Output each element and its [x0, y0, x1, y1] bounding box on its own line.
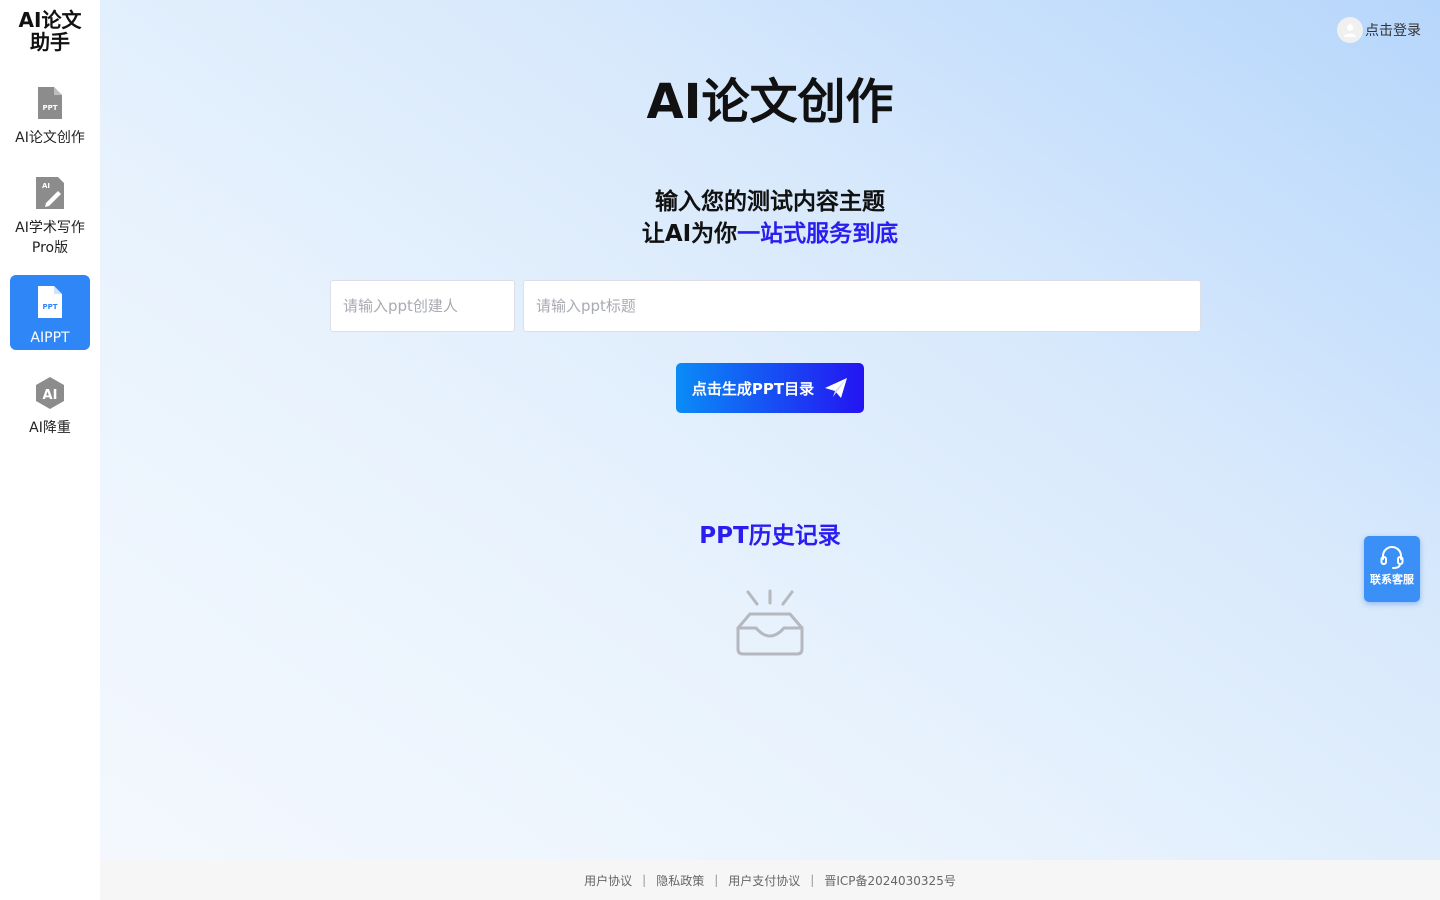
headset-icon	[1380, 546, 1404, 569]
sidebar-item-aippt[interactable]: PPT AIPPT	[10, 275, 90, 350]
app-logo: AI论文 助手	[18, 8, 82, 54]
ppt-creator-input[interactable]	[330, 280, 515, 332]
svg-text:AI: AI	[42, 182, 50, 190]
sidebar: AI论文 助手 PPT AI论文创作 AI AI学术写作 Pro版 PPT AI…	[0, 0, 100, 900]
login-button[interactable]: 点击登录	[1337, 17, 1421, 43]
sidebar-item-label: AI论文创作	[15, 130, 85, 146]
footer-link-payment-agreement[interactable]: 用户支付协议	[728, 872, 800, 889]
ai-edit-icon: AI	[36, 177, 64, 209]
login-label: 点击登录	[1365, 23, 1421, 39]
footer-separator: |	[714, 873, 719, 887]
footer-link-user-agreement[interactable]: 用户协议	[584, 872, 632, 889]
footer: 用户协议 | 隐私政策 | 用户支付协议 | 晋ICP备2024030325号	[100, 860, 1440, 900]
sidebar-item-ai-writing-pro[interactable]: AI AI学术写作 Pro版	[10, 176, 90, 262]
sidebar-item-label: AIPPT	[30, 330, 70, 346]
ai-badge-icon: AI	[36, 377, 64, 409]
footer-separator: |	[642, 873, 647, 887]
sidebar-item-ai-rewrite[interactable]: AI AI降重	[10, 376, 90, 442]
ppt-title-input[interactable]	[523, 280, 1201, 332]
page-subtitle: 输入您的测试内容主题 让AI为你一站式服务到底	[641, 189, 899, 247]
svg-text:PPT: PPT	[42, 303, 57, 311]
sidebar-item-sublabel: Pro版	[31, 240, 69, 256]
sidebar-item-ai-paper[interactable]: PPT AI论文创作	[10, 86, 90, 152]
footer-link-icp[interactable]: 晋ICP备2024030325号	[824, 872, 956, 889]
ppt-file-icon: PPT	[38, 286, 62, 318]
avatar	[1337, 17, 1363, 43]
main-content: 点击登录 AI论文创作 输入您的测试内容主题 让AI为你一站式服务到底 点击生成…	[100, 0, 1440, 860]
paper-plane-icon	[825, 378, 848, 398]
contact-support-button[interactable]: 联系客服	[1364, 536, 1420, 602]
sidebar-item-label: AI降重	[29, 420, 71, 436]
svg-text:PPT: PPT	[42, 104, 57, 112]
history-title: PPT历史记录	[699, 523, 841, 549]
sidebar-item-label: AI学术写作	[15, 220, 85, 236]
empty-inbox-icon	[736, 589, 804, 656]
footer-separator: |	[810, 873, 815, 887]
page-title: AI论文创作	[646, 74, 894, 130]
ppt-file-icon: PPT	[38, 87, 62, 119]
support-label: 联系客服	[1370, 573, 1414, 586]
footer-link-privacy-policy[interactable]: 隐私政策	[656, 872, 704, 889]
svg-text:AI: AI	[43, 388, 58, 403]
generate-ppt-outline-button[interactable]: 点击生成PPT目录	[676, 363, 864, 413]
user-icon	[1344, 24, 1356, 37]
